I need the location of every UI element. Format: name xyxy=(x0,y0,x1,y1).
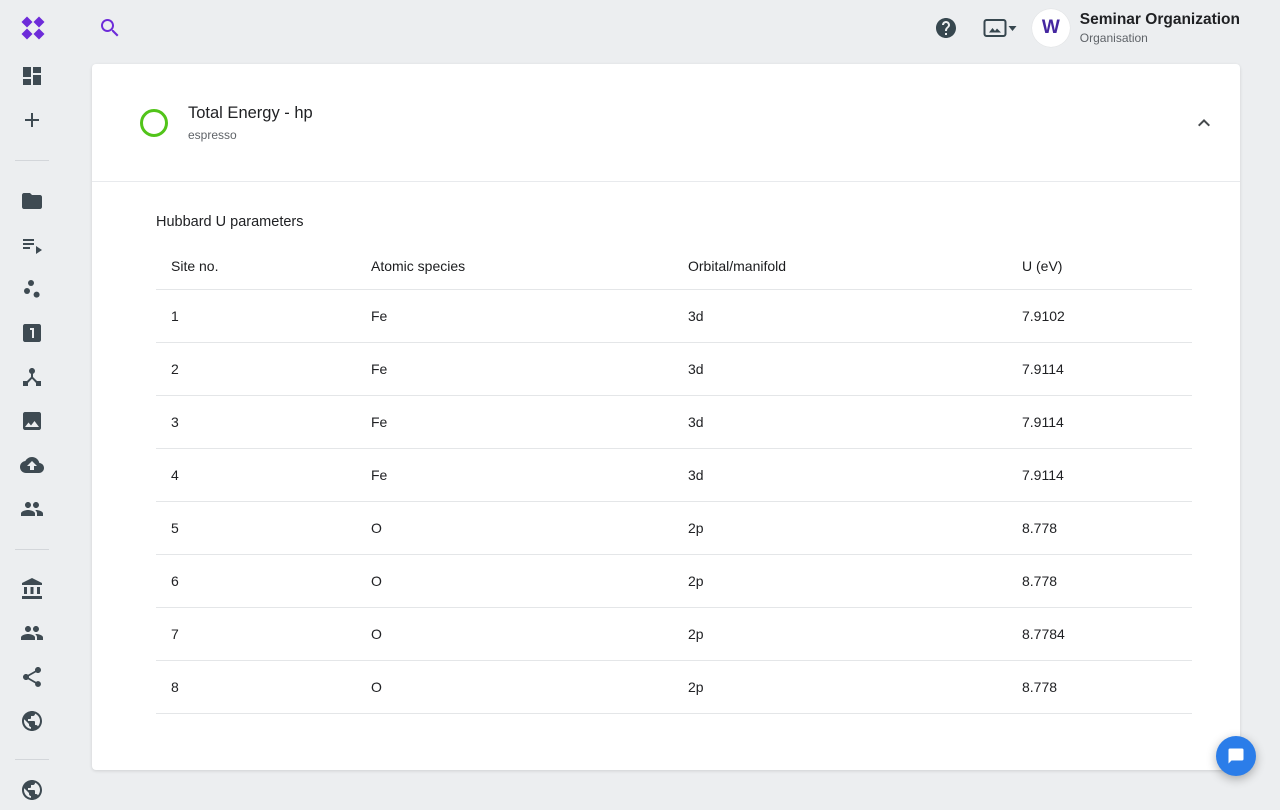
bank-icon[interactable] xyxy=(12,569,52,609)
add-icon[interactable] xyxy=(12,100,52,140)
cell-orbital: 2p xyxy=(688,679,1022,695)
table-row: 1 Fe 3d 7.9102 xyxy=(156,290,1192,343)
image-icon[interactable] xyxy=(12,401,52,441)
scatter-plot-icon[interactable] xyxy=(12,269,52,309)
search-icon[interactable] xyxy=(98,16,122,40)
column-header-site: Site no. xyxy=(156,258,371,274)
column-header-u: U (eV) xyxy=(1022,258,1192,274)
cell-site-no: 6 xyxy=(156,573,371,589)
status-ring-icon xyxy=(140,109,168,137)
folder-icon[interactable] xyxy=(12,181,52,221)
globe-icon[interactable] xyxy=(12,701,52,741)
chevron-up-icon[interactable] xyxy=(1184,103,1224,143)
cell-site-no: 2 xyxy=(156,361,371,377)
table-row: 7 O 2p 8.7784 xyxy=(156,608,1192,661)
sidebar-divider xyxy=(15,759,49,760)
cell-species: Fe xyxy=(371,308,688,324)
cell-u-value: 8.7784 xyxy=(1022,626,1192,642)
table-row: 2 Fe 3d 7.9114 xyxy=(156,343,1192,396)
cell-site-no: 8 xyxy=(156,679,371,695)
cell-species: Fe xyxy=(371,467,688,483)
section-title: Hubbard U parameters xyxy=(156,212,1192,232)
cell-site-no: 3 xyxy=(156,414,371,430)
process-title: Total Energy - hp xyxy=(188,103,313,124)
cell-u-value: 7.9102 xyxy=(1022,308,1192,324)
cloud-upload-icon[interactable] xyxy=(12,445,52,485)
cell-site-no: 5 xyxy=(156,520,371,536)
cell-u-value: 8.778 xyxy=(1022,573,1192,589)
media-dropdown-icon[interactable] xyxy=(983,16,1017,40)
globe-bottom-icon[interactable] xyxy=(12,770,52,810)
chat-bubble-icon xyxy=(1227,747,1245,765)
org-name: Seminar Organization xyxy=(1080,10,1240,29)
looks-one-icon[interactable] xyxy=(12,313,52,353)
cell-site-no: 1 xyxy=(156,308,371,324)
cell-u-value: 7.9114 xyxy=(1022,467,1192,483)
org-type: Organisation xyxy=(1080,31,1240,46)
cell-species: O xyxy=(371,520,688,536)
table-row: 5 O 2p 8.778 xyxy=(156,502,1192,555)
cell-orbital: 3d xyxy=(688,467,1022,483)
topbar: W Seminar Organization Organisation xyxy=(0,0,1280,56)
cell-site-no: 4 xyxy=(156,467,371,483)
table-row: 3 Fe 3d 7.9114 xyxy=(156,396,1192,449)
cell-u-value: 8.778 xyxy=(1022,520,1192,536)
cell-species: O xyxy=(371,626,688,642)
hubbard-table: Site no. Atomic species Orbital/manifold… xyxy=(156,242,1192,714)
process-card-body: Hubbard U parameters Site no. Atomic spe… xyxy=(92,182,1240,714)
table-row: 6 O 2p 8.778 xyxy=(156,555,1192,608)
process-card: Total Energy - hp espresso Hubbard U par… xyxy=(92,64,1240,770)
dashboard-icon[interactable] xyxy=(12,56,52,96)
cell-species: Fe xyxy=(371,414,688,430)
column-header-orbital: Orbital/manifold xyxy=(688,258,1022,274)
share-icon[interactable] xyxy=(12,657,52,697)
sidebar-divider xyxy=(15,549,49,550)
process-card-header: Total Energy - hp espresso xyxy=(92,64,1240,182)
groups-icon[interactable] xyxy=(12,613,52,653)
table-row: 4 Fe 3d 7.9114 xyxy=(156,449,1192,502)
cell-orbital: 3d xyxy=(688,308,1022,324)
cell-site-no: 7 xyxy=(156,626,371,642)
cell-orbital: 3d xyxy=(688,414,1022,430)
cell-u-value: 7.9114 xyxy=(1022,414,1192,430)
cell-orbital: 2p xyxy=(688,626,1022,642)
cell-species: O xyxy=(371,573,688,589)
account-menu[interactable]: Seminar Organization Organisation xyxy=(1080,10,1240,46)
avatar[interactable]: W xyxy=(1032,9,1070,47)
people-icon[interactable] xyxy=(12,489,52,529)
app-logo-icon[interactable] xyxy=(20,15,46,41)
playlist-icon[interactable] xyxy=(12,225,52,265)
cell-orbital: 2p xyxy=(688,573,1022,589)
sidebar-divider xyxy=(15,160,49,161)
column-header-species: Atomic species xyxy=(371,258,688,274)
sidebar xyxy=(0,56,64,800)
cell-orbital: 3d xyxy=(688,361,1022,377)
table-header-row: Site no. Atomic species Orbital/manifold… xyxy=(156,242,1192,290)
cell-species: Fe xyxy=(371,361,688,377)
tree-icon[interactable] xyxy=(12,357,52,397)
help-icon[interactable] xyxy=(934,16,958,40)
cell-orbital: 2p xyxy=(688,520,1022,536)
cell-u-value: 7.9114 xyxy=(1022,361,1192,377)
process-subtitle: espresso xyxy=(188,128,313,142)
chat-button[interactable] xyxy=(1216,736,1256,776)
cell-species: O xyxy=(371,679,688,695)
cell-u-value: 8.778 xyxy=(1022,679,1192,695)
table-row: 8 O 2p 8.778 xyxy=(156,661,1192,714)
